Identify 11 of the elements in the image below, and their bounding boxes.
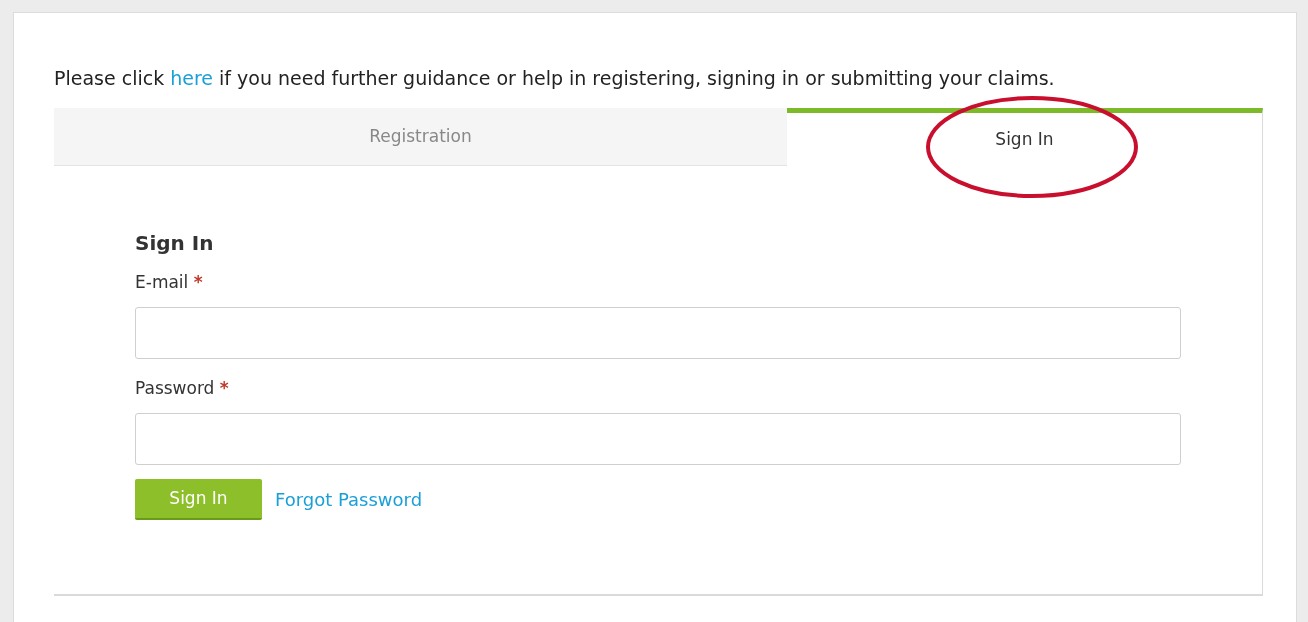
tab[interactable]: Sign In (787, 108, 1263, 166)
tab[interactable]: Registration (54, 108, 787, 166)
field-label: E-mail * (135, 271, 203, 293)
input-field[interactable] (135, 413, 1181, 465)
forgot-password-link[interactable]: Forgot Password (275, 486, 423, 513)
help-link[interactable]: here (170, 67, 214, 89)
input-field[interactable] (135, 307, 1181, 359)
sign-in-button[interactable]: Sign In (135, 479, 262, 520)
field-label: Password * (135, 377, 229, 399)
form-title: Sign In (135, 230, 215, 256)
intro-text: Please click here if you need further guidance or help in registering, signing in or submitting your claims. (54, 66, 1056, 90)
